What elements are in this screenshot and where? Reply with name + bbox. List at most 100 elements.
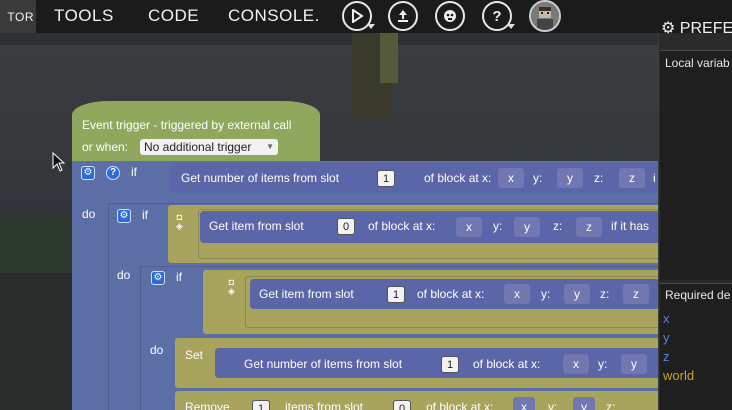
dependency-x: x: [663, 311, 670, 326]
y-input[interactable]: y: [564, 284, 590, 304]
y-label: y:: [548, 400, 558, 410]
x-value: x: [514, 287, 520, 301]
y-value: y: [581, 400, 587, 410]
get-number-of-items-block[interactable]: Get number of items from slot 1 of block…: [170, 163, 658, 193]
gear-icon[interactable]: [81, 166, 95, 180]
blockly-workspace[interactable]: Event trigger - triggered by external ca…: [0, 33, 658, 410]
get-item-from-slot-block-2[interactable]: Get item from slot 1 of block at x: x y:…: [250, 279, 658, 309]
of-block-label: of block at x:: [368, 219, 436, 233]
z-label: z:: [553, 219, 563, 233]
x-input[interactable]: x: [513, 397, 535, 410]
menu-console[interactable]: CONSOLE.: [228, 6, 320, 26]
gear-icon[interactable]: [151, 271, 165, 285]
nbt-icon: ◘ ◈: [228, 277, 235, 296]
y-value: y: [524, 220, 530, 234]
x-input[interactable]: x: [563, 354, 589, 374]
or-when-label: or when:: [82, 140, 129, 154]
menu-bar: TOR TOOLS CODE CONSOLE. ?: [0, 0, 732, 33]
z-label: z:: [606, 400, 616, 410]
y-label: y:: [533, 171, 543, 185]
background-edge: [0, 33, 658, 45]
get-number-label: Get number of items from slot: [181, 171, 340, 185]
debug-icon: [444, 10, 456, 22]
truncated-text: i: [653, 171, 656, 185]
user-avatar[interactable]: [529, 0, 561, 32]
get-number-label: Get number of items from slot: [244, 357, 403, 371]
menu-editor-tab[interactable]: TOR: [0, 0, 36, 33]
slot-number-input[interactable]: 1: [441, 356, 459, 373]
get-number-of-items-block-2[interactable]: Get number of items from slot 1 of block…: [215, 348, 658, 378]
remove-items-block[interactable]: Remove 1 items from slot 0 of block at x…: [175, 391, 658, 410]
preferences-label: PREFE: [679, 20, 732, 37]
if-keyword: if: [142, 208, 148, 222]
help-icon: ?: [492, 8, 501, 24]
do-keyword: do: [82, 207, 96, 221]
export-button[interactable]: [388, 1, 418, 31]
y-input[interactable]: y: [514, 217, 540, 237]
trigger-dropdown[interactable]: No additional trigger ▼: [140, 139, 278, 155]
nbt-icon: ◘ ◈: [176, 212, 183, 231]
z-input[interactable]: z: [623, 284, 649, 304]
x-input[interactable]: x: [504, 284, 530, 304]
event-trigger-block[interactable]: Event trigger - triggered by external ca…: [72, 101, 320, 161]
x-input[interactable]: x: [456, 217, 482, 237]
z-input[interactable]: z: [576, 217, 602, 237]
slot-number-input[interactable]: 0: [393, 400, 411, 410]
z-value: z: [586, 220, 592, 234]
of-block-label: of block at x:: [473, 357, 541, 371]
y-value: y: [567, 171, 573, 185]
chevron-down-icon: [367, 24, 375, 29]
if-keyword: if: [176, 270, 182, 284]
of-block-label: of block at x:: [417, 287, 485, 301]
z-value: z: [629, 171, 635, 185]
y-input[interactable]: y: [573, 397, 595, 410]
preferences-button[interactable]: ⚙ PREFE: [661, 18, 732, 38]
required-dependencies-panel: [660, 283, 732, 410]
help-icon[interactable]: ?: [106, 166, 120, 180]
dependency-z: z: [663, 349, 670, 364]
y-input[interactable]: y: [557, 168, 583, 188]
get-item-label: Get item from slot: [209, 219, 304, 233]
x-input[interactable]: x: [498, 168, 524, 188]
debug-button[interactable]: [435, 1, 465, 31]
do-keyword: do: [117, 268, 131, 282]
avatar-icon: [531, 2, 559, 30]
slot-number-input[interactable]: 1: [377, 170, 395, 187]
z-label: z:: [600, 287, 610, 301]
z-input[interactable]: z: [619, 168, 645, 188]
items-from-slot-label: items from slot: [285, 400, 364, 410]
local-variables-title: Local variab: [665, 56, 730, 70]
menu-tools[interactable]: TOOLS: [54, 6, 114, 26]
if-keyword: if: [131, 165, 137, 179]
x-value: x: [573, 357, 579, 371]
y-input[interactable]: y: [621, 354, 647, 374]
chevron-down-icon: [507, 24, 515, 29]
required-dependencies-title: Required de: [665, 288, 731, 302]
y-value: y: [574, 287, 580, 301]
export-icon: [398, 10, 408, 22]
trigger-dropdown-value: No additional trigger: [144, 140, 252, 154]
mouse-cursor-icon: [52, 152, 66, 172]
y-label: y:: [541, 287, 551, 301]
y-label: y:: [598, 357, 608, 371]
run-button[interactable]: [342, 1, 375, 31]
play-icon: [352, 9, 364, 23]
of-block-label: of block at x:: [424, 171, 492, 185]
x-value: x: [466, 220, 472, 234]
background-foliage: [0, 218, 75, 273]
of-block-label: of block at x:: [426, 400, 494, 410]
set-keyword: Set: [185, 348, 204, 362]
slot-number-input[interactable]: 1: [387, 286, 405, 303]
dependency-world: world: [663, 368, 695, 383]
dependency-y: y: [663, 330, 670, 345]
help-button[interactable]: ?: [482, 1, 515, 31]
remove-count-input[interactable]: 1: [252, 400, 270, 410]
get-item-from-slot-block[interactable]: Get item from slot 0 of block at x: x y:…: [200, 211, 658, 243]
slot-number-input[interactable]: 0: [337, 218, 355, 235]
y-label: y:: [493, 219, 503, 233]
menu-code[interactable]: CODE: [148, 6, 199, 26]
y-value: y: [631, 357, 637, 371]
get-item-label: Get item from slot: [259, 287, 354, 301]
svg-text:?: ?: [492, 8, 501, 24]
gear-icon[interactable]: [117, 209, 131, 223]
